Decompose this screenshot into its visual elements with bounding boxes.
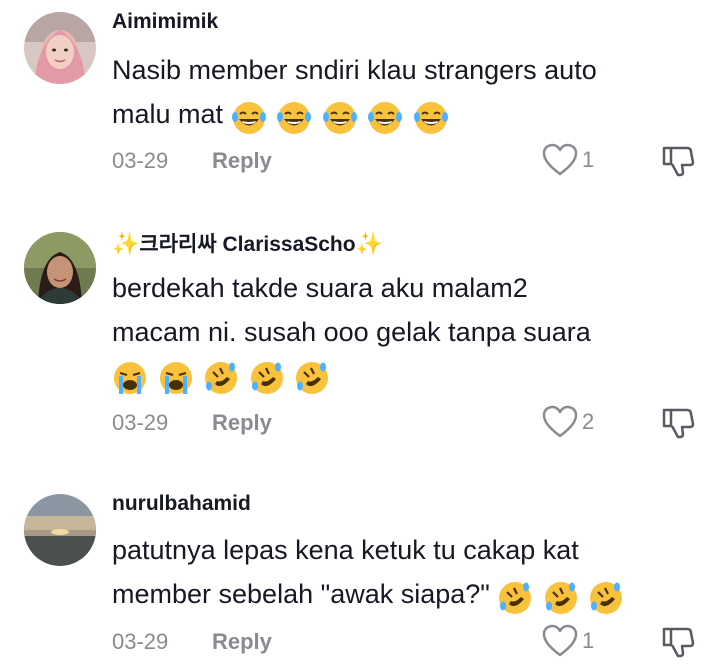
like-count: 2 xyxy=(582,409,595,434)
avatar[interactable] xyxy=(24,12,96,84)
heart-icon xyxy=(540,404,580,440)
loudly-crying-icon xyxy=(158,360,194,396)
comment-username[interactable]: Aimimimik xyxy=(112,10,218,34)
comment-text-line: member sebelah "awak siapa?" xyxy=(112,572,692,618)
comment-text-line: Nasib member sndiri klau strangers auto xyxy=(112,55,597,85)
comment-username[interactable]: nurulbahamid xyxy=(112,492,251,516)
rofl-icon xyxy=(249,360,285,396)
rofl-icon xyxy=(543,580,579,616)
thumbs-down-icon xyxy=(660,404,696,440)
sparkles-icon: ✨ xyxy=(112,231,140,256)
heart-icon xyxy=(540,142,580,178)
rofl-icon xyxy=(588,580,624,616)
emoji-row xyxy=(112,354,692,398)
laughing-tears-icon xyxy=(231,100,267,136)
like-count: 1 xyxy=(582,628,595,653)
comment-username[interactable]: ✨크라리싸 ClarissaScho✨ xyxy=(112,228,383,258)
laughing-tears-icon xyxy=(322,100,358,136)
dislike-button[interactable] xyxy=(660,404,696,440)
comment-text-fragment: malu mat xyxy=(112,99,224,129)
loudly-crying-icon xyxy=(112,360,148,396)
emoji-row xyxy=(497,574,626,618)
like-button[interactable]: 1 xyxy=(540,142,594,178)
sparkles-icon: ✨ xyxy=(355,231,383,256)
comment-text-line: berdekah takde suara aku malam2 xyxy=(112,273,528,303)
comment-date: 03-29 xyxy=(112,410,169,435)
thumbs-down-icon xyxy=(660,142,696,178)
comment-text-line: macam ni. susah ooo gelak tanpa suara xyxy=(112,317,591,347)
comment-text: patutnya lepas kena ketuk tu cakap kat m… xyxy=(112,528,692,618)
comment-date: 03-29 xyxy=(112,148,169,173)
rofl-icon xyxy=(203,360,239,396)
comment-text: berdekah takde suara aku malam2 macam ni… xyxy=(112,266,692,398)
comment-text-line: patutnya lepas kena ketuk tu cakap kat xyxy=(112,535,579,565)
comment-text-line: malu mat xyxy=(112,92,692,138)
reply-button[interactable]: Reply xyxy=(212,410,272,436)
like-button[interactable]: 2 xyxy=(540,404,594,440)
laughing-tears-icon xyxy=(367,100,403,136)
like-button[interactable]: 1 xyxy=(540,623,594,659)
comment-date: 03-29 xyxy=(112,629,169,654)
laughing-tears-icon xyxy=(276,100,312,136)
dislike-button[interactable] xyxy=(660,623,696,659)
rofl-icon xyxy=(294,360,330,396)
comment-text-fragment: member sebelah "awak siapa?" xyxy=(112,579,490,609)
like-count: 1 xyxy=(582,147,595,172)
avatar[interactable] xyxy=(24,494,96,566)
thumbs-down-icon xyxy=(660,623,696,659)
heart-icon xyxy=(540,623,580,659)
dislike-button[interactable] xyxy=(660,142,696,178)
avatar[interactable] xyxy=(24,232,96,304)
emoji-row xyxy=(231,94,451,138)
comment-text: Nasib member sndiri klau strangers auto … xyxy=(112,48,692,138)
comment-username-text: 크라리싸 ClarissaScho xyxy=(139,233,356,256)
laughing-tears-icon xyxy=(413,100,449,136)
reply-button[interactable]: Reply xyxy=(212,148,272,174)
reply-button[interactable]: Reply xyxy=(212,629,272,655)
rofl-icon xyxy=(497,580,533,616)
